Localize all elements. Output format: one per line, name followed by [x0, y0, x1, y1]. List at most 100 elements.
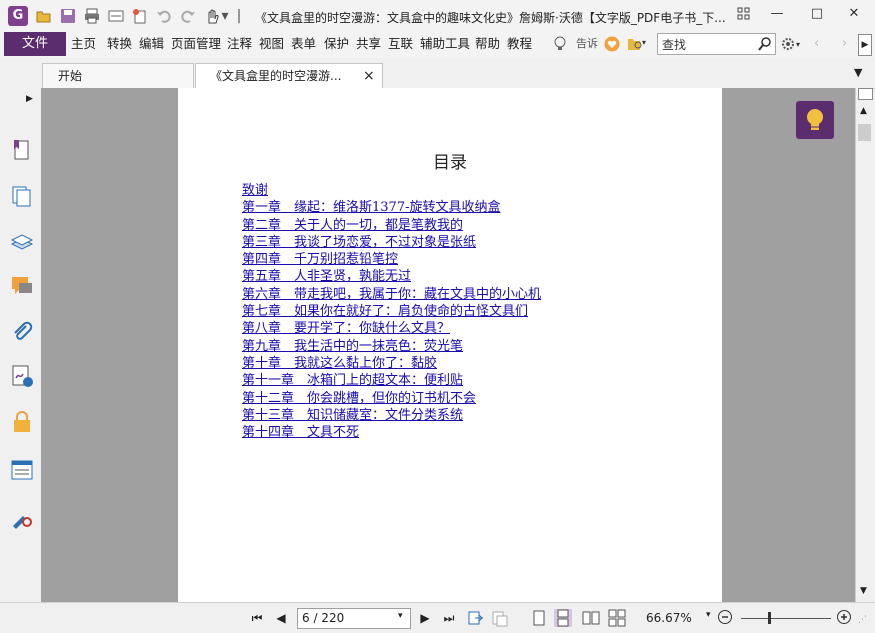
search-input[interactable]: 查找 [657, 33, 776, 55]
toc-link[interactable]: 第十一章 冰箱门上的超文本：便利贴 [242, 372, 541, 389]
customize-dropdown-icon[interactable]: ▾ [220, 8, 230, 24]
pages-icon[interactable] [10, 184, 34, 208]
app-logo-icon[interactable]: G [8, 6, 28, 26]
ribbon-next-icon[interactable]: › [842, 36, 854, 52]
toc-link[interactable]: 第五章 人非圣贤，孰能无过 [242, 268, 541, 285]
certify-icon[interactable] [10, 506, 34, 530]
expand-ribbon-icon[interactable]: ▶ [858, 34, 872, 56]
status-bar: ⏮ ◀ 6 / 220 ▾ ▶ ⏭ 66.67% ▾ ⋰ [0, 602, 875, 633]
toc-link[interactable]: 第八章 要开学了：你缺什么文具？ [242, 320, 541, 337]
scrollbar-thumb[interactable] [858, 124, 871, 141]
menu-protect[interactable]: 保护 [324, 32, 349, 56]
vertical-scrollbar[interactable]: ▲ ▼ [855, 88, 873, 602]
zoom-dropdown-icon[interactable]: ▾ [706, 610, 711, 620]
toc-link[interactable]: 第七章 如果你在就好了：肩负使命的古怪文具们 [242, 303, 541, 320]
scroll-down-icon[interactable]: ▼ [860, 586, 867, 596]
maximize-button[interactable]: □ [803, 4, 831, 24]
continuous-facing-view-icon[interactable] [608, 609, 626, 627]
pdf-page[interactable]: 目录 致谢 第一章 缘起：维洛斯1377-旋转文具收纳盒 第二章 关于人的一切，… [178, 88, 722, 602]
toc-link[interactable]: 第六章 带走我吧，我属于你：藏在文具中的小心机 [242, 286, 541, 303]
menu-view[interactable]: 视图 [259, 32, 284, 56]
close-window-button[interactable]: ✕ [840, 4, 868, 24]
previous-view-icon[interactable] [466, 609, 484, 627]
previous-page-icon[interactable]: ◀ [272, 609, 290, 627]
lightbulb-icon[interactable] [552, 36, 568, 52]
zoom-in-icon[interactable] [836, 609, 852, 625]
ribbon-prev-icon[interactable]: ‹ [814, 36, 826, 52]
tell-me-label[interactable]: 告诉 [576, 32, 598, 56]
tab-document[interactable]: 《文具盒里的时空漫游... × [195, 63, 383, 88]
page-number-input[interactable]: 6 / 220 ▾ [297, 608, 411, 629]
redo-icon[interactable] [180, 8, 196, 24]
facing-view-icon[interactable] [582, 609, 600, 627]
page-dropdown-icon[interactable]: ▾ [398, 611, 403, 621]
toc-link[interactable]: 第四章 千万别招惹铅笔控 [242, 251, 541, 268]
menu-edit[interactable]: 编辑 [139, 32, 164, 56]
undo-icon[interactable] [156, 8, 172, 24]
security-icon[interactable] [10, 410, 34, 434]
toc-link[interactable]: 第三章 我谈了场恋爱，不过对象是张纸 [242, 234, 541, 251]
zoom-out-icon[interactable] [717, 609, 733, 625]
menu-share[interactable]: 共享 [356, 32, 381, 56]
settings-gear-icon[interactable]: ▾ [781, 36, 805, 52]
expand-panel-icon[interactable]: ▶ [26, 94, 33, 104]
page-indicator: 6 / 220 [302, 611, 345, 625]
scroll-up-icon[interactable]: ▲ [860, 106, 867, 116]
menu-connect[interactable]: 互联 [388, 32, 413, 56]
next-view-icon[interactable] [490, 609, 508, 627]
separator-icon: | [236, 8, 242, 24]
toc-link[interactable]: 致谢 [242, 182, 541, 199]
lightbulb-icon [807, 109, 823, 130]
svg-text:▾: ▾ [796, 40, 800, 49]
close-tab-icon[interactable]: × [363, 64, 375, 88]
feedback-heart-icon[interactable] [604, 36, 620, 52]
toc-link[interactable]: 第九章 我生活中的一抹亮色：荧光笔 [242, 338, 541, 355]
print-icon[interactable] [84, 8, 100, 24]
menu-home[interactable]: 主页 [71, 32, 96, 56]
menu-page-management[interactable]: 页面管理 [171, 32, 221, 56]
last-page-icon[interactable]: ⏭ [440, 609, 458, 627]
hand-tool-icon[interactable] [204, 8, 220, 24]
menu-tutorial[interactable]: 教程 [507, 32, 532, 56]
menu-comment[interactable]: 注释 [227, 32, 252, 56]
search-icon[interactable] [757, 36, 773, 52]
toc-link[interactable]: 第十四章 文具不死 [242, 424, 541, 441]
layers-icon[interactable] [10, 230, 34, 254]
menu-file[interactable]: 文件 [4, 32, 66, 56]
menu-bar: 文件 主页 转换 编辑 页面管理 注释 视图 表单 保护 共享 互联 辅助工具 … [0, 32, 875, 58]
toc-link[interactable]: 第十三章 知识储藏室：文件分类系统 [242, 407, 541, 424]
attachments-icon[interactable] [10, 320, 34, 344]
form-icon[interactable] [10, 458, 34, 482]
split-view-icon[interactable] [858, 88, 873, 100]
document-tab-bar: 开始 《文具盒里的时空漫游... × ▼ [0, 58, 875, 89]
menu-help[interactable]: 帮助 [475, 32, 500, 56]
single-page-view-icon[interactable] [530, 609, 548, 627]
tab-list-dropdown-icon[interactable]: ▼ [854, 66, 862, 79]
tab-start[interactable]: 开始 [42, 63, 194, 88]
menu-accessibility[interactable]: 辅助工具 [420, 32, 470, 56]
new-doc-icon[interactable] [132, 8, 148, 24]
save-icon[interactable] [60, 8, 76, 24]
open-icon[interactable] [36, 8, 52, 24]
toc-link[interactable]: 第一章 缘起：维洛斯1377-旋转文具收纳盒 [242, 199, 541, 216]
menu-form[interactable]: 表单 [291, 32, 316, 56]
minimize-button[interactable]: — [763, 4, 791, 24]
find-folder-icon[interactable]: ▾ [627, 36, 649, 52]
scan-icon[interactable] [108, 8, 124, 24]
bookmark-icon[interactable] [10, 138, 34, 162]
first-page-icon[interactable]: ⏮ [248, 609, 266, 627]
resize-grip-icon[interactable]: ⋰ [858, 615, 870, 627]
toc-link[interactable]: 第二章 关于人的一切，都是笔教我的 [242, 217, 541, 234]
zoom-level[interactable]: 66.67% [646, 611, 692, 625]
tips-lightbulb-button[interactable] [796, 101, 834, 139]
signature-icon[interactable] [10, 364, 34, 388]
continuous-view-icon[interactable] [554, 609, 572, 627]
toc-link[interactable]: 第十章 我就这么黏上你了：黏胶 [242, 355, 541, 372]
zoom-slider-thumb[interactable] [768, 612, 771, 624]
toc-link[interactable]: 第十二章 你会跳槽，但你的订书机不会 [242, 390, 541, 407]
menu-convert[interactable]: 转换 [107, 32, 132, 56]
next-page-icon[interactable]: ▶ [416, 609, 434, 627]
comments-icon[interactable] [10, 274, 34, 298]
ribbon-layout-icon[interactable] [736, 6, 752, 22]
zoom-slider[interactable] [741, 618, 831, 619]
